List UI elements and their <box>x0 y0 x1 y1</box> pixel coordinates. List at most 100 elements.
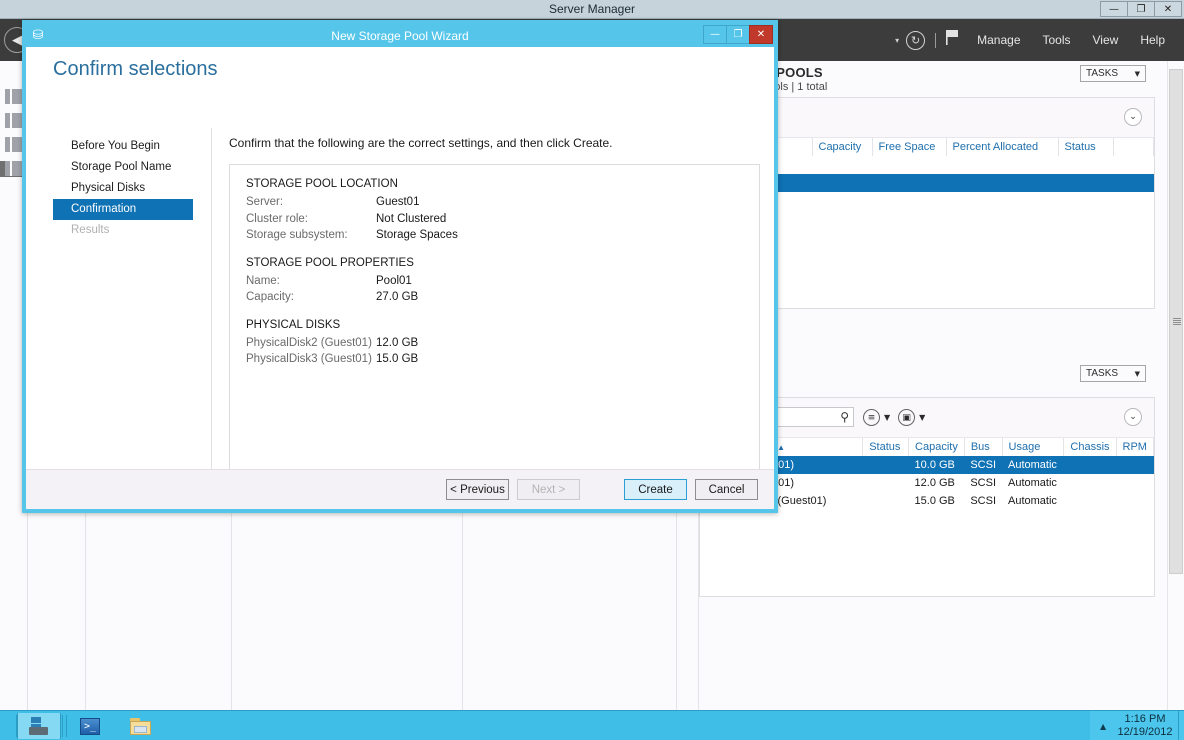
cell-chassis <box>1064 492 1116 510</box>
wizard-step-results: Results <box>71 224 110 236</box>
close-button[interactable]: ✕ <box>1154 1 1182 17</box>
cell-bus: SCSI <box>964 456 1003 474</box>
scrollbar-grip <box>1173 318 1181 326</box>
previous-button[interactable]: < Previous <box>446 479 509 500</box>
wizard-step-physical-disks[interactable]: Physical Disks <box>53 178 193 199</box>
search-icon: ⚲ <box>840 410 849 424</box>
minimize-button[interactable]: — <box>1100 1 1128 17</box>
vertical-scrollbar[interactable] <box>1167 61 1184 710</box>
new-storage-pool-wizard: ⛁ New Storage Pool Wizard — ❐ ✕ Confirm … <box>22 20 778 513</box>
menu-item-help[interactable]: Help <box>1129 33 1176 47</box>
wizard-step-storage-pool-name[interactable]: Storage Pool Name <box>53 157 193 178</box>
menu-item-view[interactable]: View <box>1082 33 1130 47</box>
wizard-page-header: Confirm selections <box>26 47 774 91</box>
chevron-down-icon[interactable]: ▼ <box>884 413 890 422</box>
wizard-restore-button[interactable]: ❐ <box>726 25 750 44</box>
wizard-title: New Storage Pool Wizard <box>331 28 469 43</box>
collapse-chevron-icon[interactable]: ⌄ <box>1124 408 1142 426</box>
cell-chassis <box>1064 474 1116 492</box>
show-hidden-icons-icon[interactable]: ▲ <box>1100 722 1106 731</box>
sidebar-item-local-server[interactable] <box>5 113 23 129</box>
storage-pools-tasks-button[interactable]: TASKS ▼ <box>1080 65 1146 82</box>
menu-item-tools[interactable]: Tools <box>1032 33 1082 47</box>
sidebar-item-all-servers[interactable] <box>5 137 23 153</box>
scrollbar-thumb[interactable] <box>1169 69 1183 574</box>
summary-group-storage-pool-properties: STORAGE POOL PROPERTIES Name: Pool01 Cap… <box>246 257 743 306</box>
wizard-footer: < Previous Next > Create Cancel <box>26 469 774 509</box>
cell-capacity: 15.0 GB <box>914 495 955 507</box>
clock-time: 1:16 PM <box>1124 713 1166 725</box>
chevron-down-icon[interactable]: ▾ <box>891 36 903 45</box>
cell-rpm <box>1116 456 1154 474</box>
taskbar-item-server-manager[interactable] <box>17 713 61 739</box>
chevron-down-icon[interactable]: ▼ <box>919 413 925 422</box>
cell-usage: Automatic <box>1002 456 1064 474</box>
folder-icon <box>129 717 151 735</box>
chevron-down-icon: ▼ <box>1134 69 1140 78</box>
col-capacity[interactable]: Capacity <box>812 138 873 156</box>
cell-rpm <box>1116 474 1153 492</box>
next-button: Next > <box>517 479 580 500</box>
cell-chassis <box>1063 456 1117 474</box>
col-usage[interactable]: Usage <box>1002 438 1065 456</box>
wizard-step-confirmation[interactable]: Confirmation <box>53 199 193 220</box>
summary-label: PhysicalDisk2 (Guest01) <box>246 336 372 349</box>
summary-label: Server: <box>246 196 284 208</box>
wizard-close-button[interactable]: ✕ <box>749 25 773 44</box>
summary-label: PhysicalDisk3 (Guest01) <box>246 353 372 365</box>
server-manager-icon <box>29 717 49 735</box>
cell-capacity: 12.0 GB <box>914 477 955 489</box>
chevron-down-icon: ▼ <box>1134 369 1140 378</box>
filter-icon[interactable]: ≡ <box>863 409 880 426</box>
wizard-minimize-button[interactable]: — <box>703 25 727 44</box>
wizard-step-before-you-begin[interactable]: Before You Begin <box>53 136 193 157</box>
col-percent-allocated[interactable]: Percent Allocated <box>946 138 1059 156</box>
taskbar: >_ ▲ 1:16 PM 12/19/2012 <box>0 710 1184 740</box>
summary-value: Storage Spaces <box>376 229 458 241</box>
summary-row: Cluster role: Not Clustered <box>246 211 743 228</box>
summary-row: Name: Pool01 <box>246 273 743 290</box>
restore-button[interactable]: ❐ <box>1127 1 1155 17</box>
sidebar-item-dashboard[interactable] <box>5 89 23 105</box>
tasks-label: TASKS <box>1086 368 1119 379</box>
server-manager-titlebar: Server Manager — ❐ ✕ <box>0 0 1184 19</box>
system-tray: ▲ 1:16 PM 12/19/2012 <box>1090 711 1184 740</box>
summary-group-physical-disks: PHYSICAL DISKS PhysicalDisk2 (Guest01) 1… <box>246 319 743 368</box>
col-rpm[interactable]: RPM <box>1116 438 1155 456</box>
col-capacity[interactable]: Capacity <box>908 438 965 456</box>
wizard-nav-divider <box>211 128 212 478</box>
clock-date: 12/19/2012 <box>1117 726 1173 738</box>
save-query-icon[interactable]: ▣ <box>898 409 916 426</box>
summary-row: PhysicalDisk2 (Guest01) 12.0 GB <box>246 335 743 352</box>
taskbar-divider <box>62 715 63 737</box>
summary-row: Capacity: 27.0 GB <box>246 289 743 306</box>
summary-value: Pool01 <box>376 274 412 287</box>
wizard-instruction: Confirm that the following are the corre… <box>229 136 613 150</box>
physical-disks-tasks-button[interactable]: TASKS ▼ <box>1080 365 1146 382</box>
wizard-window-buttons: — ❐ ✕ <box>703 25 773 44</box>
col-bus[interactable]: Bus <box>964 438 1003 456</box>
powershell-icon: >_ <box>80 717 100 735</box>
clock[interactable]: 1:16 PM 12/19/2012 <box>1112 713 1178 739</box>
taskbar-divider <box>66 715 67 737</box>
page-title: Confirm selections <box>53 57 218 80</box>
cancel-button[interactable]: Cancel <box>695 479 758 500</box>
menu-item-manage[interactable]: Manage <box>966 33 1031 47</box>
taskbar-item-powershell[interactable]: >_ <box>68 713 112 739</box>
collapse-chevron-icon[interactable]: ⌄ <box>1124 108 1142 126</box>
col-free-space[interactable]: Free Space <box>872 138 947 156</box>
summary-row: PhysicalDisk3 (Guest01) 15.0 GB <box>246 351 743 368</box>
col-status[interactable]: Status <box>1058 138 1114 156</box>
summary-row: Storage subsystem: Storage Spaces <box>246 227 743 244</box>
col-chassis[interactable]: Chassis <box>1063 438 1117 456</box>
summary-label: Name: <box>246 274 280 287</box>
create-button[interactable]: Create <box>624 479 687 500</box>
cell-rpm <box>1116 492 1153 510</box>
taskbar-item-file-explorer[interactable] <box>118 713 162 739</box>
show-desktop-button[interactable] <box>1178 711 1184 740</box>
summary-value: 12.0 GB <box>376 336 419 349</box>
refresh-icon[interactable]: ↻ <box>906 30 926 50</box>
notifications-flag-icon[interactable] <box>945 29 960 51</box>
summary-label: Storage subsystem: <box>246 229 348 241</box>
col-status[interactable]: Status <box>862 438 910 456</box>
